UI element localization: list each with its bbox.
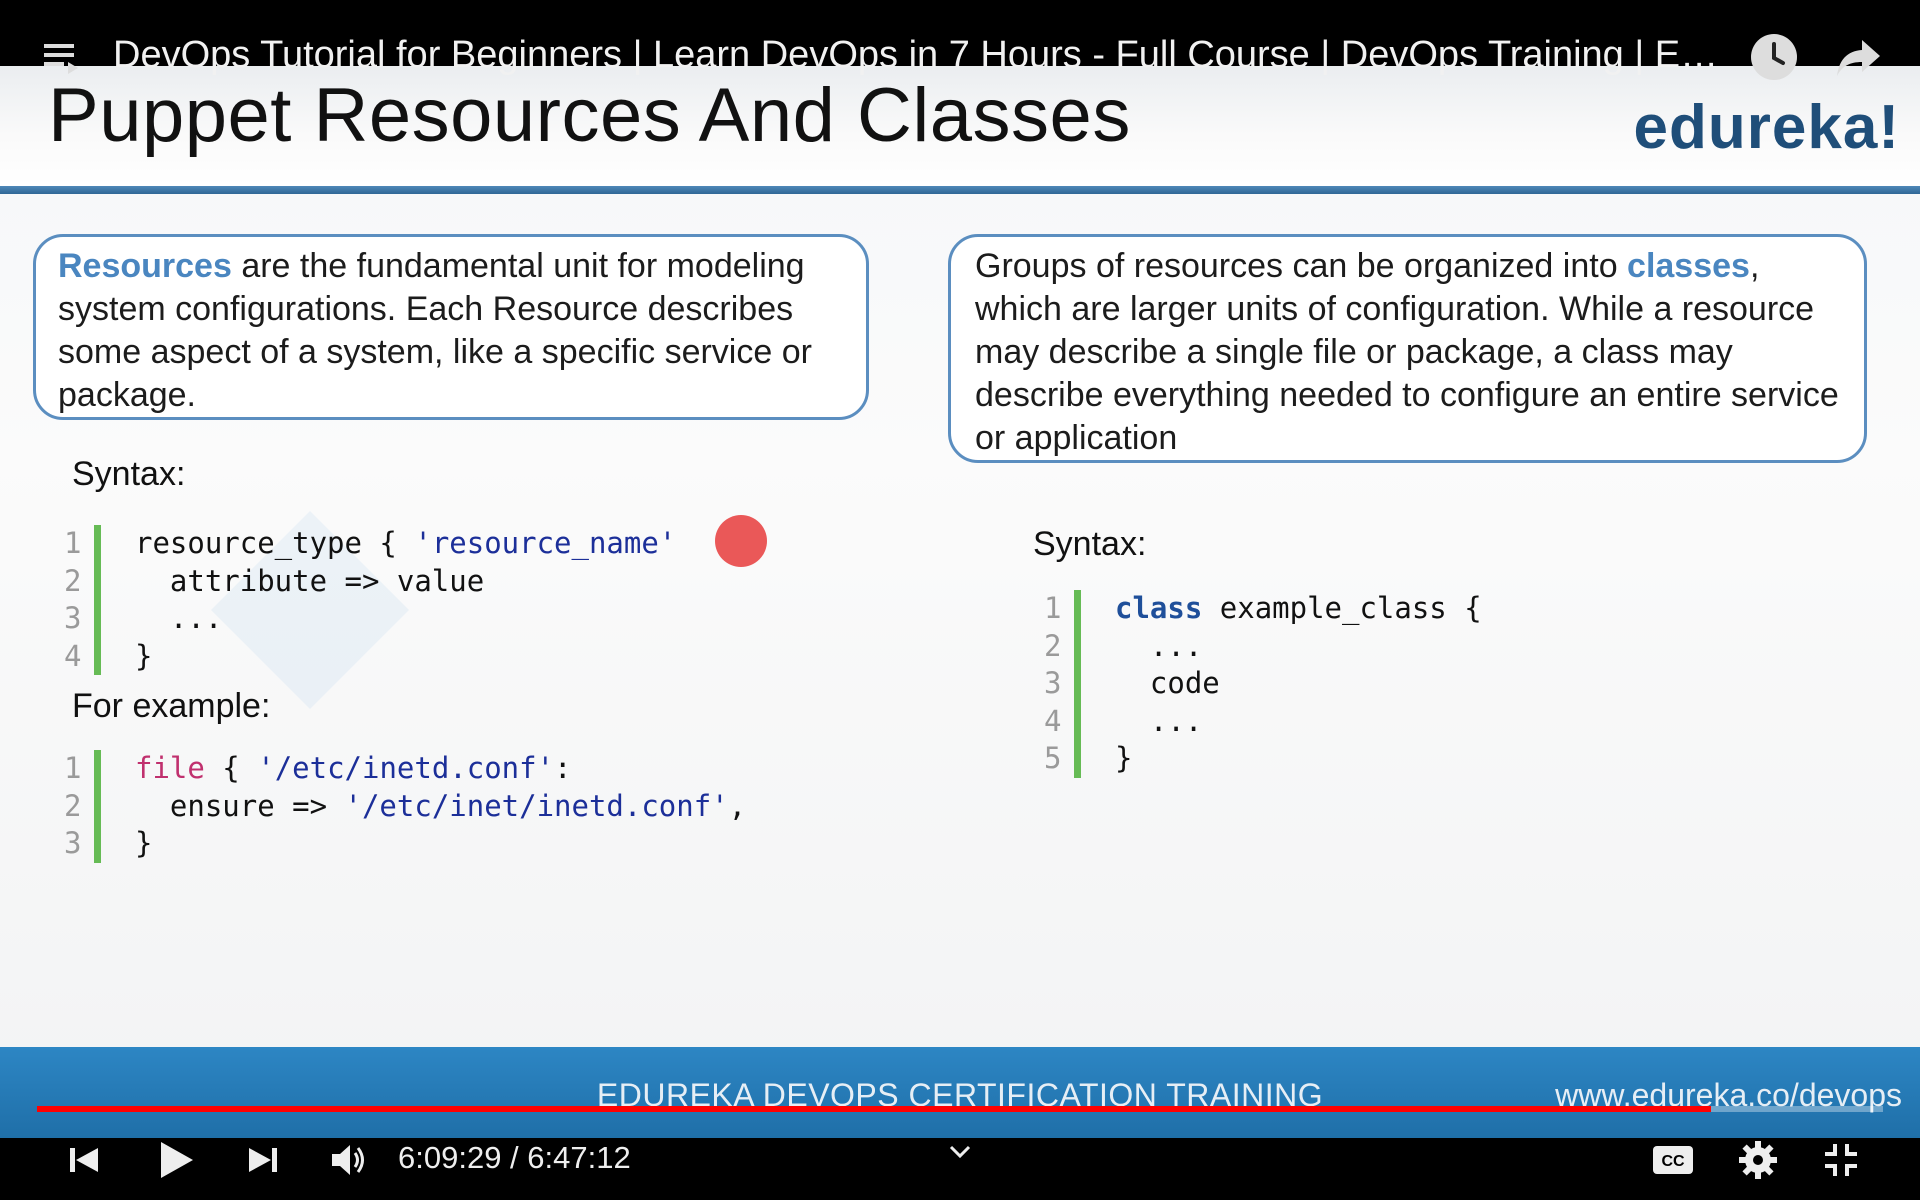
video-frame[interactable]: Puppet Resources And Classes edureka! Re… (0, 0, 1920, 1138)
code-line: 2 ... (1044, 627, 1482, 665)
header-divider (0, 186, 1920, 194)
next-icon[interactable] (241, 1140, 285, 1180)
time-separator: / (501, 1140, 528, 1175)
volume-icon[interactable] (325, 1138, 371, 1182)
share-icon[interactable] (1834, 32, 1884, 82)
code-line: 3 ... (64, 600, 676, 638)
code-line: 3} (64, 825, 746, 863)
gear-icon[interactable] (1734, 1136, 1782, 1184)
class-syntax-label: Syntax: (1033, 525, 1147, 563)
laser-pointer (715, 515, 767, 567)
playlist-icon[interactable] (40, 36, 84, 80)
seek-bar[interactable] (37, 1106, 1883, 1112)
code-line: 1 file { '/etc/inetd.conf': (64, 750, 746, 788)
code-line: 2 ensure => '/etc/inet/inetd.conf', (64, 787, 746, 825)
class-syntax-code: 1 class example_class { 2 ... 3 code 4 ..… (1044, 590, 1482, 778)
resource-syntax-code: 1 resource_type { 'resource_name' 2 attri… (64, 525, 676, 675)
time-display: 6:09:29 / 6:47:12 (398, 1140, 631, 1176)
duration: 6:47:12 (527, 1140, 631, 1175)
clock-icon[interactable] (1749, 32, 1799, 82)
classes-text-before: Groups of resources can be organized int… (975, 247, 1628, 285)
resources-callout: Resources are the fundamental unit for m… (33, 234, 869, 420)
syntax-label: Syntax: (72, 455, 186, 493)
svg-text:CC: CC (1661, 1153, 1685, 1170)
code-line: 3 code (1044, 665, 1482, 703)
example-label: For example: (72, 687, 271, 725)
seek-bar-played (37, 1106, 1712, 1112)
resources-highlight: Resources (58, 247, 232, 285)
slide-title: Puppet Resources And Classes (48, 73, 1131, 158)
code-line: 4} (64, 637, 676, 675)
brand-logo: edureka! (1633, 93, 1900, 162)
code-line: 1 resource_type { 'resource_name' (64, 525, 676, 563)
code-line: 5} (1044, 740, 1482, 778)
current-time: 6:09:29 (398, 1140, 502, 1175)
code-line: 2 attribute => value (64, 562, 676, 600)
previous-icon[interactable] (62, 1140, 106, 1180)
code-line: 4 ... (1044, 702, 1482, 740)
code-line: 1 class example_class { (1044, 590, 1482, 628)
video-title[interactable]: DevOps Tutorial for Beginners | Learn De… (113, 34, 1733, 77)
cc-icon[interactable]: CC (1648, 1140, 1698, 1180)
classes-highlight: classes (1627, 247, 1750, 285)
chevron-down-icon[interactable] (944, 1138, 976, 1166)
play-icon[interactable] (150, 1138, 200, 1182)
exit-fullscreen-icon[interactable] (1818, 1138, 1864, 1182)
classes-callout: Groups of resources can be organized int… (948, 234, 1867, 463)
example-code: 1 file { '/etc/inetd.conf': 2 ensure => '… (64, 750, 746, 863)
